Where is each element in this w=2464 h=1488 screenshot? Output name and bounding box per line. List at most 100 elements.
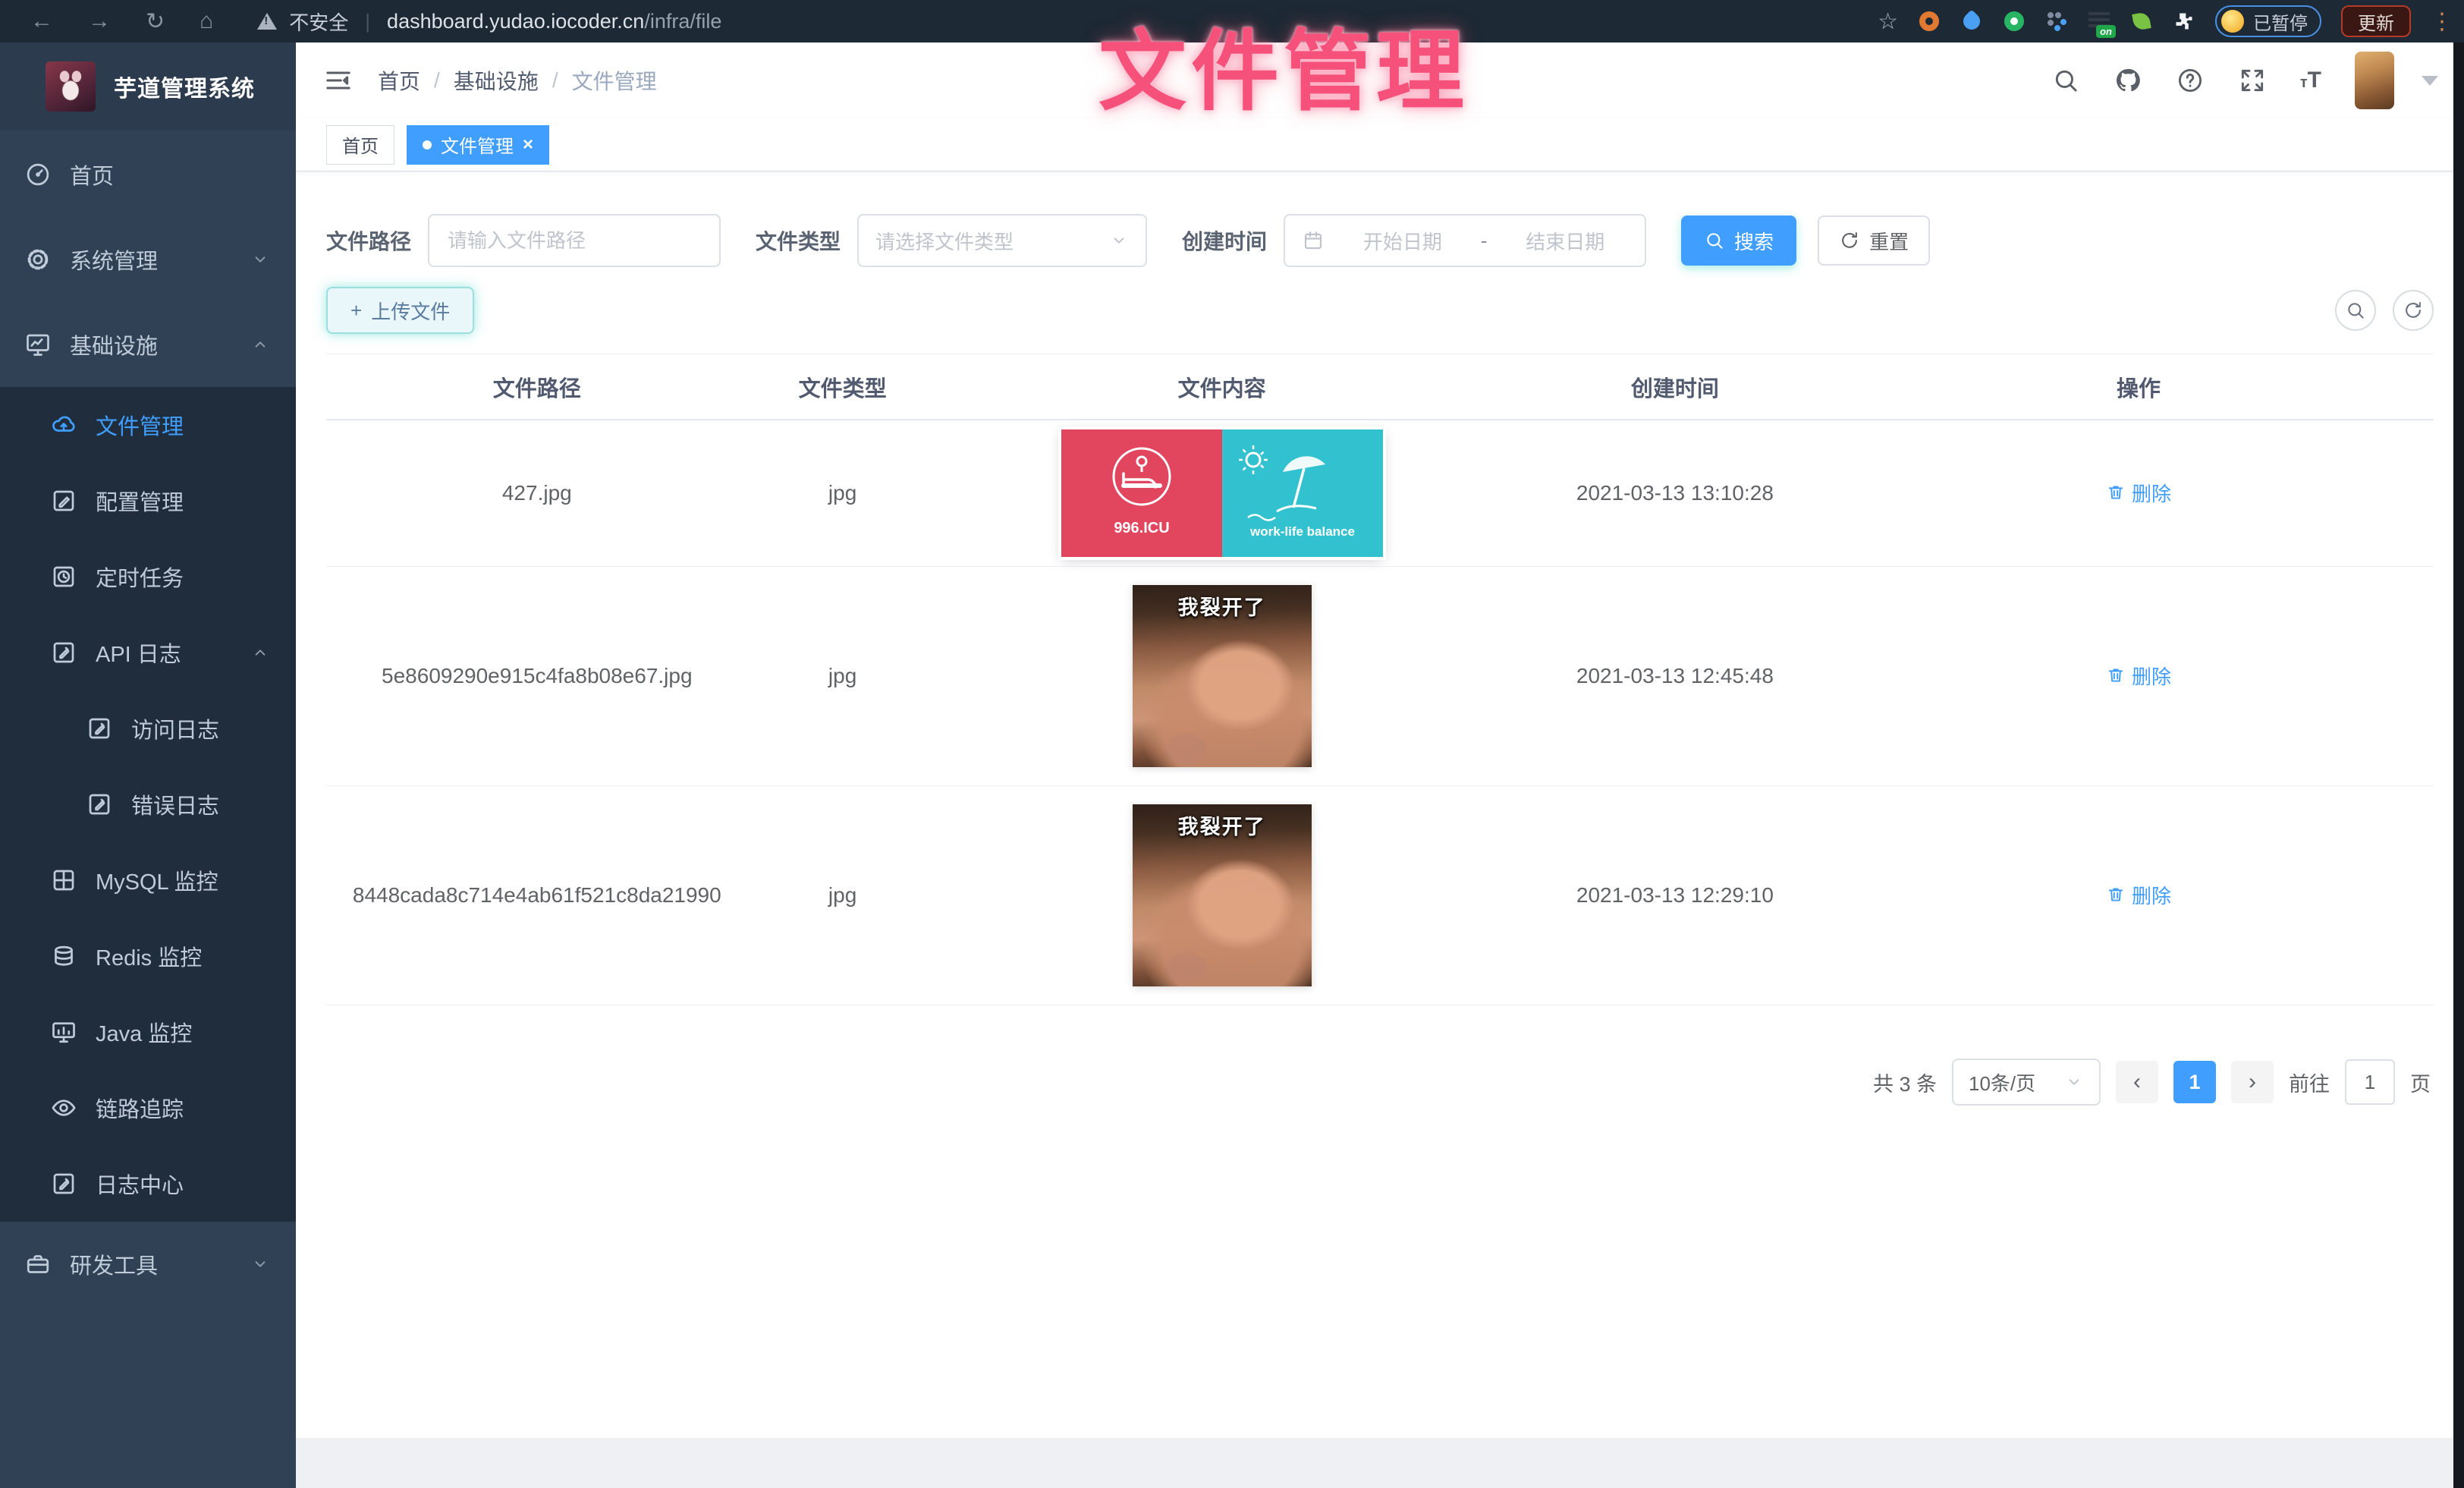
sidebar-item-14[interactable]: 研发工具: [0, 1222, 296, 1307]
browser-menu-dots-icon[interactable]: ⋮: [2431, 8, 2453, 35]
tab-file-management[interactable]: 文件管理 ×: [407, 125, 549, 165]
sidebar: 芋道管理系统 首页系统管理基础设施文件管理配置管理定时任务 API 日志访问日志错…: [0, 42, 296, 1488]
browser-back-icon[interactable]: ←: [30, 8, 53, 34]
hamburger-icon[interactable]: [322, 65, 355, 96]
sidebar-item-4[interactable]: 配置管理: [0, 463, 296, 539]
help-icon[interactable]: [2176, 66, 2205, 95]
chevron-down-icon: [250, 1254, 270, 1274]
extension-leaf-icon[interactable]: [2130, 10, 2153, 33]
sidebar-item-5[interactable]: 定时任务: [0, 539, 296, 615]
tab-close-icon[interactable]: ×: [523, 136, 533, 154]
cell-file-content: 我裂开了: [938, 804, 1507, 986]
cell-file-type: jpg: [748, 664, 938, 688]
edit-icon: [50, 487, 77, 514]
url-path: /infra/file: [644, 10, 721, 33]
browser-reload-icon[interactable]: ↻: [146, 8, 165, 35]
chevron-down-icon: [250, 250, 270, 269]
file-type-placeholder: 请选择文件类型: [875, 227, 1014, 255]
chevron-down-icon: [1109, 231, 1129, 250]
avatar-caret-icon[interactable]: [2422, 76, 2438, 86]
extension-orange-icon[interactable]: [1918, 10, 1941, 33]
sidebar-item-13[interactable]: 日志中心: [0, 1146, 296, 1222]
refresh-table-button[interactable]: [2393, 290, 2434, 331]
delete-button[interactable]: 删除: [2106, 479, 2171, 507]
extensions-puzzle-icon[interactable]: [2173, 10, 2195, 33]
browser-home-icon[interactable]: ⌂: [200, 8, 213, 34]
goto-page-input[interactable]: [2345, 1059, 2395, 1105]
profile-paused-badge[interactable]: 已暂停: [2215, 5, 2321, 37]
browser-forward-icon[interactable]: →: [88, 8, 111, 34]
extension-drop-icon[interactable]: [1960, 10, 1983, 33]
date-range-picker[interactable]: 开始日期 - 结束日期: [1284, 214, 1646, 267]
end-date-input[interactable]: 结束日期: [1502, 227, 1628, 255]
page-size-select[interactable]: 10条/页: [1952, 1059, 2101, 1106]
bookmark-star-icon[interactable]: ☆: [1878, 8, 1898, 35]
monitor-icon: [24, 331, 52, 358]
cell-created-at: 2021-03-13 12:45:48: [1507, 664, 1843, 688]
logo-block[interactable]: 芋道管理系统: [0, 42, 296, 131]
next-page-button[interactable]: ›: [2231, 1061, 2274, 1103]
gear-icon: [24, 246, 52, 273]
reset-button-label: 重置: [1869, 227, 1909, 255]
sidebar-item-12[interactable]: 链路追踪: [0, 1070, 296, 1146]
address-bar[interactable]: 不安全 | dashboard.yudao.iocoder.cn/infra/f…: [257, 8, 721, 36]
upload-file-button[interactable]: + 上传文件: [326, 287, 474, 334]
upload-button-label: 上传文件: [371, 297, 450, 325]
sidebar-item-2[interactable]: 基础设施: [0, 302, 296, 387]
sidebar-item-label: 定时任务: [96, 561, 184, 593]
sidebar-item-10[interactable]: Redis 监控: [0, 918, 296, 994]
sidebar-item-6[interactable]: API 日志: [0, 615, 296, 691]
chevron-down-icon: [2064, 1072, 2084, 1092]
table-row: 8448cada8c714e4ab61f521c8da21990jpg我裂开了2…: [326, 786, 2434, 1005]
toggle-search-button[interactable]: [2335, 290, 2376, 331]
reset-button[interactable]: 重置: [1818, 215, 1930, 266]
cell-file-path: 427.jpg: [326, 481, 748, 505]
cell-actions: 删除: [1843, 662, 2434, 691]
breadcrumb-home[interactable]: 首页: [378, 65, 420, 96]
header-file-path: 文件路径: [326, 371, 748, 403]
sidebar-item-3[interactable]: 文件管理: [0, 387, 296, 463]
sidebar-item-0[interactable]: 首页: [0, 132, 296, 217]
chevron-up-icon: [250, 643, 270, 662]
sidebar-item-label: 首页: [70, 159, 114, 190]
sidebar-item-label: 基础设施: [70, 329, 158, 360]
user-avatar[interactable]: [2355, 52, 2394, 109]
tab-home[interactable]: 首页 ×: [326, 125, 394, 165]
tool-icon: [24, 1250, 52, 1278]
start-date-input[interactable]: 开始日期: [1340, 227, 1466, 255]
svg-text:996.ICU: 996.ICU: [1114, 520, 1169, 536]
calendar-icon: [1302, 229, 1325, 252]
extension-grid-icon[interactable]: [2045, 10, 2068, 33]
delete-button[interactable]: 删除: [2106, 881, 2171, 909]
layers-icon: [50, 942, 77, 970]
prev-page-button[interactable]: ‹: [2116, 1061, 2158, 1103]
browser-update-button[interactable]: 更新: [2341, 5, 2411, 37]
font-size-icon[interactable]: тT: [2300, 68, 2321, 93]
fullscreen-icon[interactable]: [2238, 66, 2267, 95]
svg-text:work-life balance: work-life balance: [1249, 524, 1355, 539]
file-path-input[interactable]: [428, 214, 721, 267]
sidebar-item-1[interactable]: 系统管理: [0, 217, 296, 302]
sidebar-item-9[interactable]: MySQL 监控: [0, 842, 296, 918]
extension-switch-icon[interactable]: on: [2088, 10, 2110, 33]
trash-icon: [2106, 885, 2126, 904]
main-area: 首页 / 基础设施 / 文件管理 тT 首页 ×: [296, 42, 2464, 1488]
chevron-up-icon: [250, 335, 270, 354]
breadcrumb-infra[interactable]: 基础设施: [454, 65, 539, 96]
profile-avatar-icon: [2221, 10, 2244, 33]
pagination-total: 共 3 条: [1873, 1068, 1937, 1097]
extension-green-check-icon[interactable]: [2003, 10, 2026, 33]
file-table: 文件路径 文件类型 文件内容 创建时间 操作 427.jpgjpg 996.IC…: [326, 354, 2434, 1005]
sidebar-item-11[interactable]: Java 监控: [0, 994, 296, 1070]
page-number-button[interactable]: 1: [2173, 1061, 2216, 1103]
grid-icon: [50, 867, 77, 894]
delete-button[interactable]: 删除: [2106, 662, 2171, 690]
cell-actions: 删除: [1843, 479, 2434, 508]
search-button[interactable]: 搜索: [1681, 215, 1796, 266]
sidebar-item-8[interactable]: 错误日志: [0, 766, 296, 842]
search-icon[interactable]: [2051, 66, 2080, 95]
tags-view-bar: 首页 × 文件管理 ×: [296, 118, 2464, 171]
sidebar-item-7[interactable]: 访问日志: [0, 691, 296, 766]
github-icon[interactable]: [2114, 66, 2142, 95]
file-type-select[interactable]: 请选择文件类型: [857, 214, 1147, 267]
